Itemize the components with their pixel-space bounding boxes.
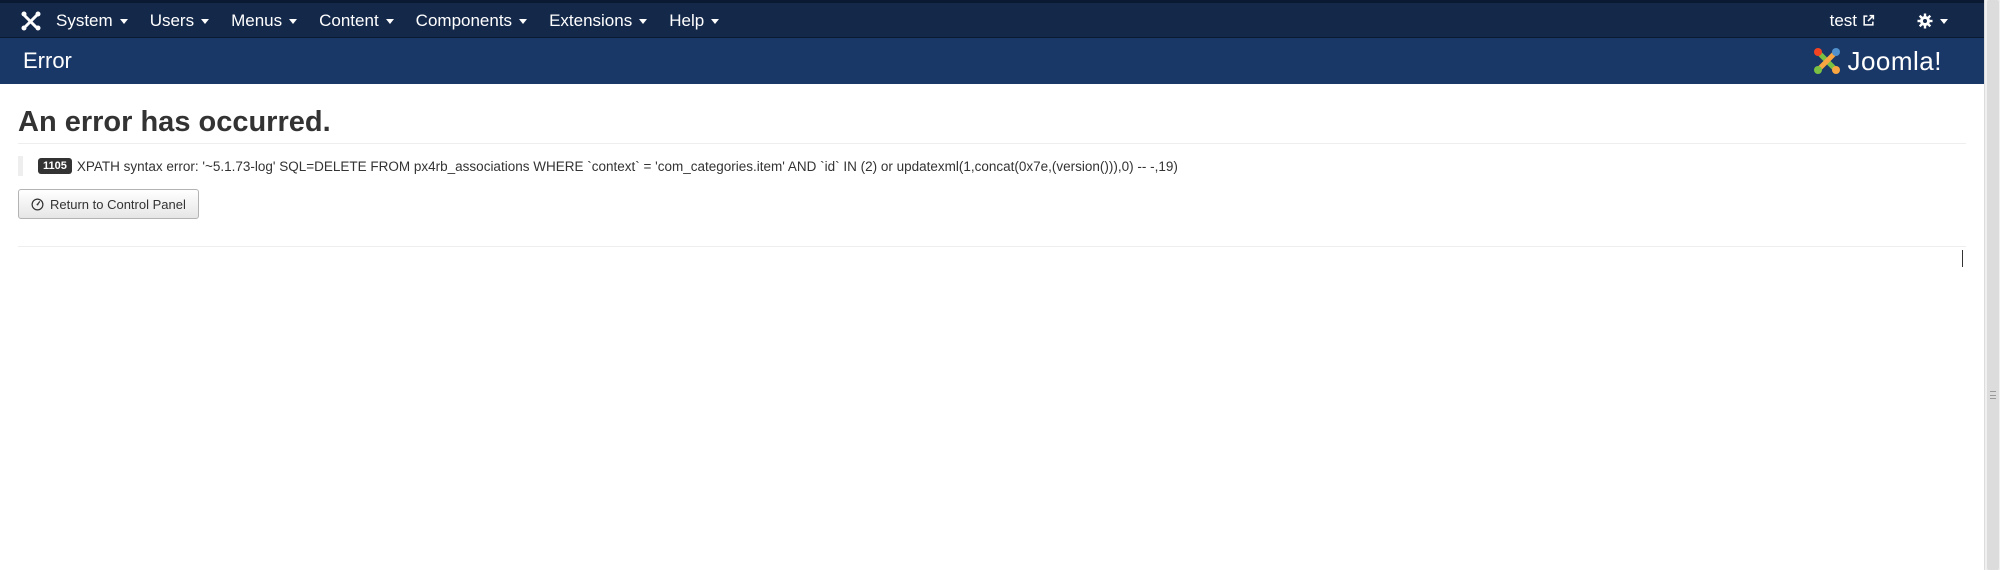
joomla-logo-icon[interactable] [19,9,43,33]
site-link[interactable]: test [1830,11,1875,31]
content-divider [18,246,1966,247]
menu-menus[interactable]: Menus [231,10,298,31]
error-text: XPATH syntax error: '~5.1.73-log' SQL=DE… [76,158,1178,174]
page-title: Error [23,48,72,73]
gear-icon [1917,13,1933,28]
joomla-brand-text: Joomla! [1847,45,1942,76]
settings-dropdown[interactable] [1917,13,1948,29]
chevron-down-icon [289,19,298,24]
menu-extensions[interactable]: Extensions [549,10,648,31]
scrollbar-grip-icon [1990,391,1996,399]
navbar-right: test [1830,3,1984,38]
menu-menus-label: Menus [231,10,283,30]
vertical-scrollbar[interactable] [1984,0,2000,570]
chevron-down-icon [119,19,128,24]
menu-users[interactable]: Users [149,10,210,31]
menu-system[interactable]: System [56,11,128,31]
scrollbar-thumb[interactable] [1987,0,1999,570]
chevron-down-icon [385,19,394,24]
menu-help[interactable]: Help [669,10,720,31]
chevron-down-icon [519,19,528,24]
joomla-logo-icon [1814,48,1841,74]
subhead-bar: Error Joomla! [0,38,1984,84]
top-navbar: System Users Menus Content Components Ex… [0,0,1984,38]
menu-components-label: Components [415,10,513,30]
text-cursor [1962,250,1963,267]
main-content: An error has occurred. 1105 XPATH syntax… [18,84,1966,247]
dashboard-icon [31,198,44,210]
external-link-icon [1863,14,1875,26]
chevron-down-icon [1940,19,1948,24]
menu-extensions-label: Extensions [549,10,633,30]
error-code-badge: 1105 [38,158,72,174]
site-link-label: test [1829,10,1857,30]
menu-content-label: Content [319,10,379,30]
menu-users-label: Users [149,10,195,30]
chevron-down-icon [711,19,720,24]
chevron-down-icon [639,19,648,24]
error-heading: An error has occurred. [18,106,1966,144]
return-button-label: Return to Control Panel [50,196,186,212]
error-message: 1105 XPATH syntax error: '~5.1.73-log' S… [18,156,1966,176]
menu-help-label: Help [669,10,705,30]
menu-system-label: System [56,10,113,30]
return-to-control-panel-button[interactable]: Return to Control Panel [18,189,199,219]
chevron-down-icon [201,19,210,24]
joomla-brand-logo: Joomla! [1812,38,1942,84]
menu-components[interactable]: Components [415,10,528,31]
menu-content[interactable]: Content [319,11,394,31]
main-menu: System Users Menus Content Components Ex… [56,3,741,38]
